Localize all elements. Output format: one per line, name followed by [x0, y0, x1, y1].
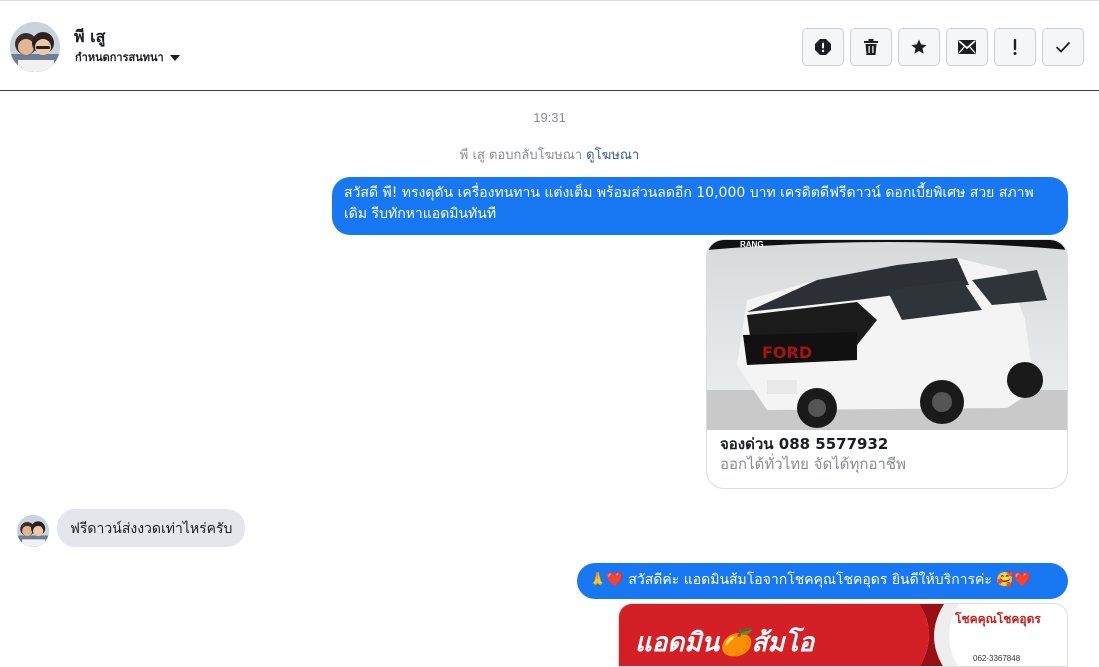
check-icon [1055, 41, 1071, 53]
trash-icon [864, 39, 878, 55]
view-ad-link[interactable]: ดูโฆษณา [586, 148, 639, 163]
truck-ad-image: RANG FORD [707, 240, 1067, 430]
mark-done-button[interactable] [1042, 28, 1084, 66]
chevron-down-icon [169, 55, 180, 61]
exclamation-icon [1013, 39, 1017, 55]
message-timestamp: 19:31 [533, 110, 566, 125]
assign-conversation-dropdown[interactable]: กำหนดการสนทนา [75, 48, 180, 66]
mark-unread-button[interactable] [946, 28, 988, 66]
conversation-header: พี เสู กำหนดการสนทนา [0, 0, 1099, 91]
svg-text:FORD: FORD [762, 343, 812, 362]
sender-avatar [17, 515, 49, 547]
ad-reply-note: พี เสู ตอบกลับโฆษณา ดูโฆษณา [0, 144, 1099, 165]
ad-card[interactable]: RANG FORD จองด่วน 088 5577932 ออกได้ทั่ว… [706, 239, 1068, 489]
follow-up-button[interactable] [994, 28, 1036, 66]
ad-card-subtitle: ออกได้ทั่วไทย จัดได้ทุกอาชีพ [720, 455, 906, 473]
banner-title: แอดมิน🍊ส้มโอ [635, 628, 815, 658]
star-button[interactable] [898, 28, 940, 66]
mark-spam-button[interactable] [802, 28, 844, 66]
message-thread[interactable]: 19:31 พี เสู ตอบกลับโฆษณา ดูโฆษณา สวัสดี … [0, 91, 1099, 667]
outgoing-message[interactable]: สวัสดี พี! ทรงดุดัน เครื่องทนทาน แต่งเต็… [332, 177, 1068, 235]
incoming-message[interactable]: ฟรีดาวน์ส่งงวดเท่าไหร่ครับ [57, 509, 246, 547]
outgoing-message[interactable]: 🙏❤️ สวัสดีค่ะ แอดมินส้มโอจากโชคคุณโชคอุด… [577, 563, 1068, 599]
ad-reply-text: พี เสู ตอบกลับโฆษณา [459, 148, 583, 163]
banner-brand: โชคคุณโชคอุดร [955, 612, 1041, 626]
contact-name: พี เสู [74, 27, 106, 46]
assign-label: กำหนดการสนทนา [75, 51, 164, 64]
delete-button[interactable] [850, 28, 892, 66]
envelope-icon [958, 40, 976, 54]
svg-text:RANG: RANG [740, 240, 764, 249]
star-icon [911, 39, 927, 54]
alert-circle-icon [815, 39, 831, 55]
contact-avatar[interactable] [10, 22, 60, 72]
banner-phone: 062-3367848 [973, 654, 1021, 663]
admin-banner-image[interactable]: แอดมิน🍊ส้มโอ โชคคุณโชคอุดร 062-3367848 [618, 603, 1068, 667]
header-actions [802, 28, 1084, 66]
